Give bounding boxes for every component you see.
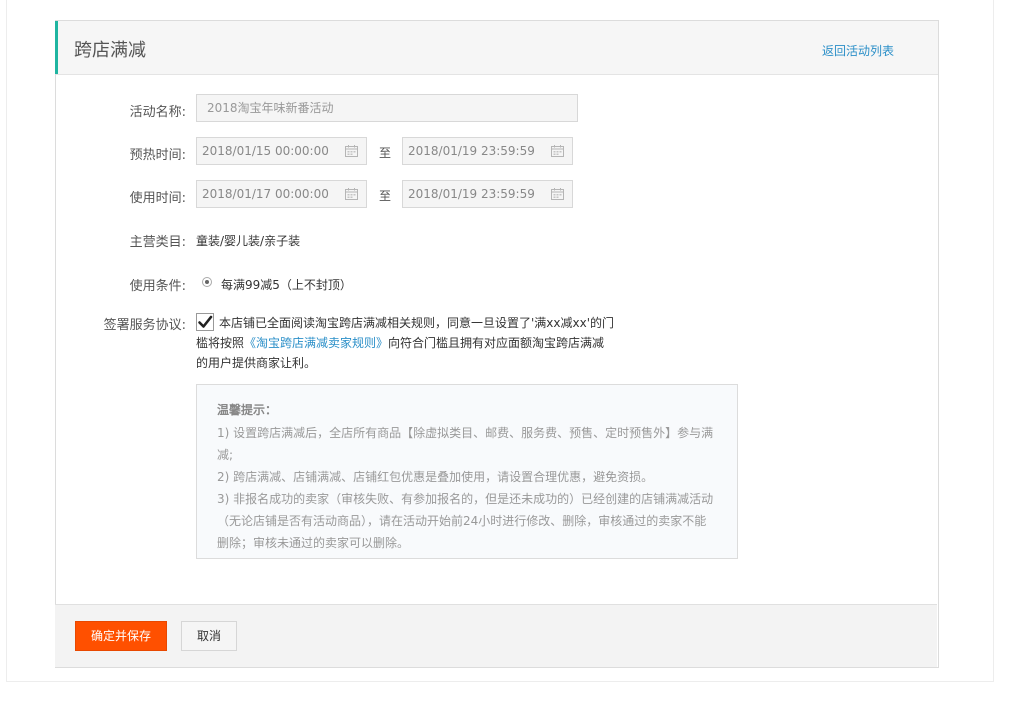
tips-item: 2) 跨店满减、店铺满减、店铺红包优惠是叠加使用，请设置合理优惠，避免资损。 bbox=[217, 470, 654, 484]
activity-name-input[interactable]: 2018淘宝年味新番活动 bbox=[196, 94, 578, 122]
tips-title: 温馨提示： bbox=[217, 403, 278, 417]
agreement-label: 签署服务协议: bbox=[103, 318, 186, 333]
page-title: 跨店满减 bbox=[74, 40, 146, 61]
confirm-save-button[interactable]: 确定并保存 bbox=[75, 621, 167, 651]
calendar-icon[interactable] bbox=[551, 145, 564, 157]
category-label: 主营类目: bbox=[129, 235, 186, 250]
preheat-end-date-value: 2018/01/19 23:59:59 bbox=[408, 144, 535, 158]
tips-item: 1) 设置跨店满减后，全店所有商品【除虚拟类目、邮费、服务费、预售、定时预售外】… bbox=[217, 426, 714, 462]
seller-rules-link[interactable]: 《淘宝跨店满减卖家规则》 bbox=[244, 336, 388, 350]
calendar-icon[interactable] bbox=[345, 145, 358, 157]
category-value: 童装/婴儿装/亲子装 bbox=[196, 234, 301, 248]
preheat-start-date-input[interactable]: 2018/01/15 00:00:00 bbox=[196, 137, 367, 165]
preheat-to-separator: 至 bbox=[379, 146, 392, 160]
use-end-date-value: 2018/01/19 23:59:59 bbox=[408, 187, 535, 201]
header-accent-bar bbox=[55, 21, 58, 74]
preheat-start-date-value: 2018/01/15 00:00:00 bbox=[202, 144, 329, 158]
tips-box: 温馨提示： 1) 设置跨店满减后，全店所有商品【除虚拟类目、邮费、服务费、预售、… bbox=[196, 384, 738, 559]
card-footer: 确定并保存 取消 bbox=[55, 604, 937, 667]
cancel-button[interactable]: 取消 bbox=[181, 621, 237, 651]
activity-name-label: 活动名称: bbox=[129, 105, 186, 120]
tips-item: 3) 非报名成功的卖家（审核失败、有参加报名的，但是还未成功的）已经创建的店铺满… bbox=[217, 492, 714, 550]
calendar-icon[interactable] bbox=[345, 188, 358, 200]
back-to-list-link[interactable]: 返回活动列表 bbox=[822, 42, 894, 59]
use-end-date-input[interactable]: 2018/01/19 23:59:59 bbox=[402, 180, 573, 208]
agreement-text: 本店铺已全面阅读淘宝跨店满减相关规则，同意一旦设置了'满xx减xx'的门槛将按照… bbox=[196, 313, 616, 373]
use-start-date-input[interactable]: 2018/01/17 00:00:00 bbox=[196, 180, 367, 208]
condition-radio[interactable] bbox=[202, 277, 212, 287]
preheat-end-date-input[interactable]: 2018/01/19 23:59:59 bbox=[402, 137, 573, 165]
condition-label: 使用条件: bbox=[129, 279, 186, 294]
calendar-icon[interactable] bbox=[551, 188, 564, 200]
preheat-time-label: 预热时间: bbox=[129, 148, 186, 163]
condition-option-label: 每满99减5（上不封顶） bbox=[221, 278, 352, 292]
use-start-date-value: 2018/01/17 00:00:00 bbox=[202, 187, 329, 201]
card-header: 跨店满减 返回活动列表 bbox=[55, 21, 938, 75]
use-time-label: 使用时间: bbox=[129, 191, 186, 206]
use-to-separator: 至 bbox=[379, 189, 392, 203]
